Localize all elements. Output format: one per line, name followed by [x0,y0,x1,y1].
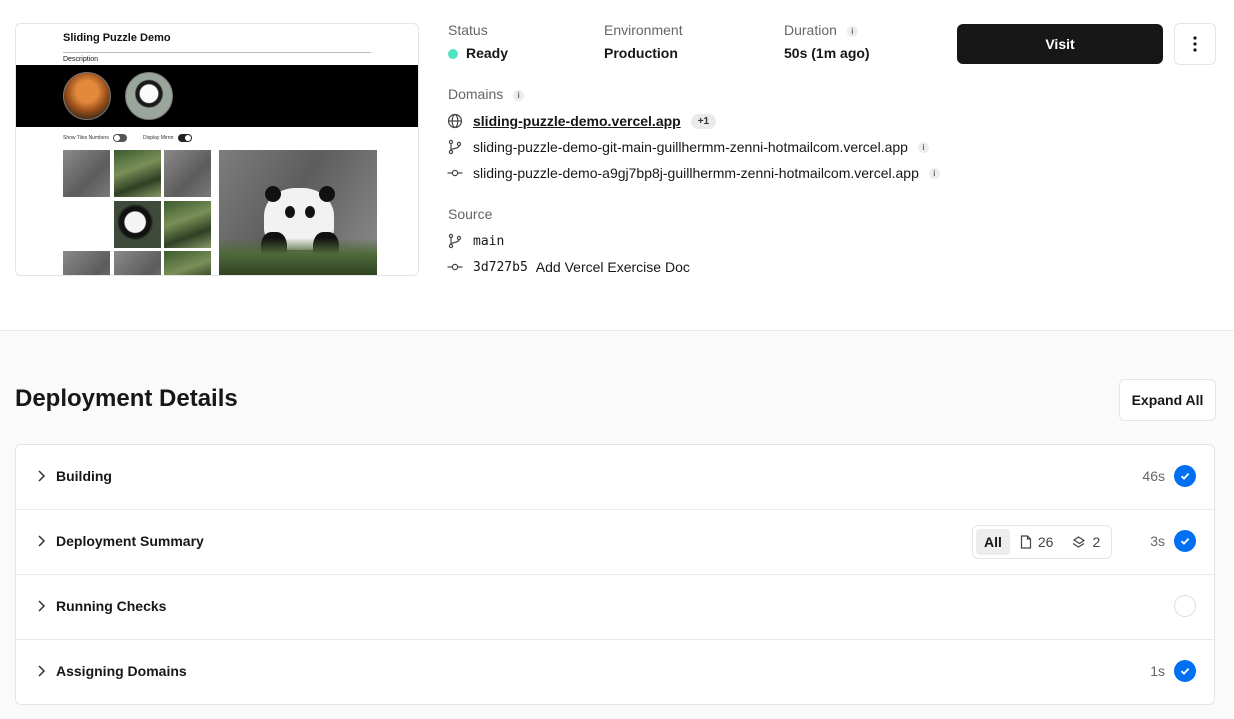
step-time: 46s [1142,468,1165,484]
preview-tiger-avatar [63,72,111,120]
deployment-details-title: Deployment Details [15,385,238,412]
functions-count: 2 [1092,534,1101,550]
chevron-right-icon [38,665,46,677]
chevron-right-icon [38,535,46,547]
environment-value[interactable]: Production [604,45,678,61]
deployment-overview: Sliding Puzzle Demo Description Show Til… [0,0,1234,331]
domain-link-branch[interactable]: sliding-puzzle-demo-git-main-guillhermm-… [473,139,908,155]
git-branch-icon [447,139,463,155]
domain-count-badge[interactable]: +1 [690,113,717,129]
domain-link-deployment[interactable]: sliding-puzzle-demo-a9gj7bp8j-guillhermm… [473,165,919,181]
commit-hash: 3d727b5 [473,259,528,275]
step-name: Running Checks [56,598,167,614]
more-vertical-icon [1193,36,1197,52]
git-commit-icon [447,165,463,181]
puzzle-tile [114,251,161,275]
filter-files[interactable]: 26 [1012,529,1062,555]
filter-all[interactable]: All [976,529,1010,555]
source-label: Source [448,206,493,222]
pending-circle-icon [1174,595,1196,617]
domains-label-text: Domains [448,86,504,102]
deployment-steps: Building 46s Deployment Summary All 26 2… [15,444,1215,705]
preview-toggle-numbers-label: Show Tiles Numbers [63,135,109,141]
step-name: Deployment Summary [56,533,204,549]
environment-label: Environment [604,22,683,38]
expand-all-button[interactable]: Expand All [1119,379,1216,421]
deployment-preview[interactable]: Sliding Puzzle Demo Description Show Til… [15,23,419,276]
puzzle-tile [114,150,161,197]
preview-divider [63,52,371,53]
functions-icon [1073,536,1086,548]
duration-value: 50s (1m ago) [784,45,870,61]
chevron-right-icon [38,600,46,612]
info-icon[interactable]: i [928,167,940,179]
preview-toggle-numbers: Show Tiles Numbers [63,134,127,142]
globe-icon [447,113,463,129]
source-branch-row: main [447,231,504,251]
puzzle-tile [63,251,110,275]
step-time: 1s [1150,663,1165,679]
visit-button[interactable]: Visit [957,24,1163,64]
info-icon[interactable]: i [917,141,929,153]
step-assigning-domains[interactable]: Assigning Domains 1s [16,640,1214,704]
domain-row: sliding-puzzle-demo-git-main-guillhermm-… [447,137,929,157]
more-options-button[interactable] [1174,23,1216,65]
git-branch-icon [447,233,463,249]
git-commit-icon [447,259,463,275]
commit-message: Add Vercel Exercise Doc [535,259,690,275]
check-circle-icon [1174,660,1196,682]
puzzle-tile [164,251,211,275]
puzzle-tile [164,150,211,197]
source-branch[interactable]: main [473,234,504,249]
files-count: 26 [1037,534,1054,550]
step-building[interactable]: Building 46s [16,445,1214,510]
step-name: Assigning Domains [56,663,187,679]
domain-row: sliding-puzzle-demo-a9gj7bp8j-guillhermm… [447,163,940,183]
preview-toggle-on [177,134,192,142]
puzzle-tile [164,201,211,248]
source-commit[interactable]: 3d727b5 Add Vercel Exercise Doc [473,259,690,275]
output-filter: All 26 2 [972,525,1113,559]
file-icon [1020,535,1031,549]
preview-toggle-off [112,134,127,142]
step-name: Building [56,468,112,484]
check-circle-icon [1174,530,1196,552]
status-value: Ready [466,45,509,61]
domains-label: Domains i [448,86,525,102]
step-deployment-summary[interactable]: Deployment Summary All 26 2 3s [16,510,1214,575]
filter-functions[interactable]: 2 [1063,529,1108,555]
info-icon[interactable]: i [513,89,525,101]
preview-toggle-mirror-label: Display Mirror [143,135,174,141]
source-commit-row: 3d727b5 Add Vercel Exercise Doc [447,257,690,277]
status-label: Status [448,22,488,38]
duration-label-text: Duration [784,22,837,38]
preview-toggle-mirror: Display Mirror [143,134,192,142]
step-time: 3s [1150,533,1165,549]
info-icon[interactable]: i [846,25,858,37]
chevron-right-icon [38,470,46,482]
check-circle-icon [1174,465,1196,487]
preview-panda-image [219,150,377,275]
preview-panda-avatar [125,72,173,120]
preview-description: Description [63,56,99,63]
domain-row: sliding-puzzle-demo.vercel.app +1 [447,111,717,131]
status-ready-dot [448,49,458,59]
puzzle-tile [114,201,161,248]
domain-link-primary[interactable]: sliding-puzzle-demo.vercel.app [473,113,681,129]
duration-label: Duration i [784,22,858,38]
puzzle-tile [63,150,110,197]
preview-title: Sliding Puzzle Demo [63,32,171,44]
step-running-checks[interactable]: Running Checks [16,575,1214,640]
